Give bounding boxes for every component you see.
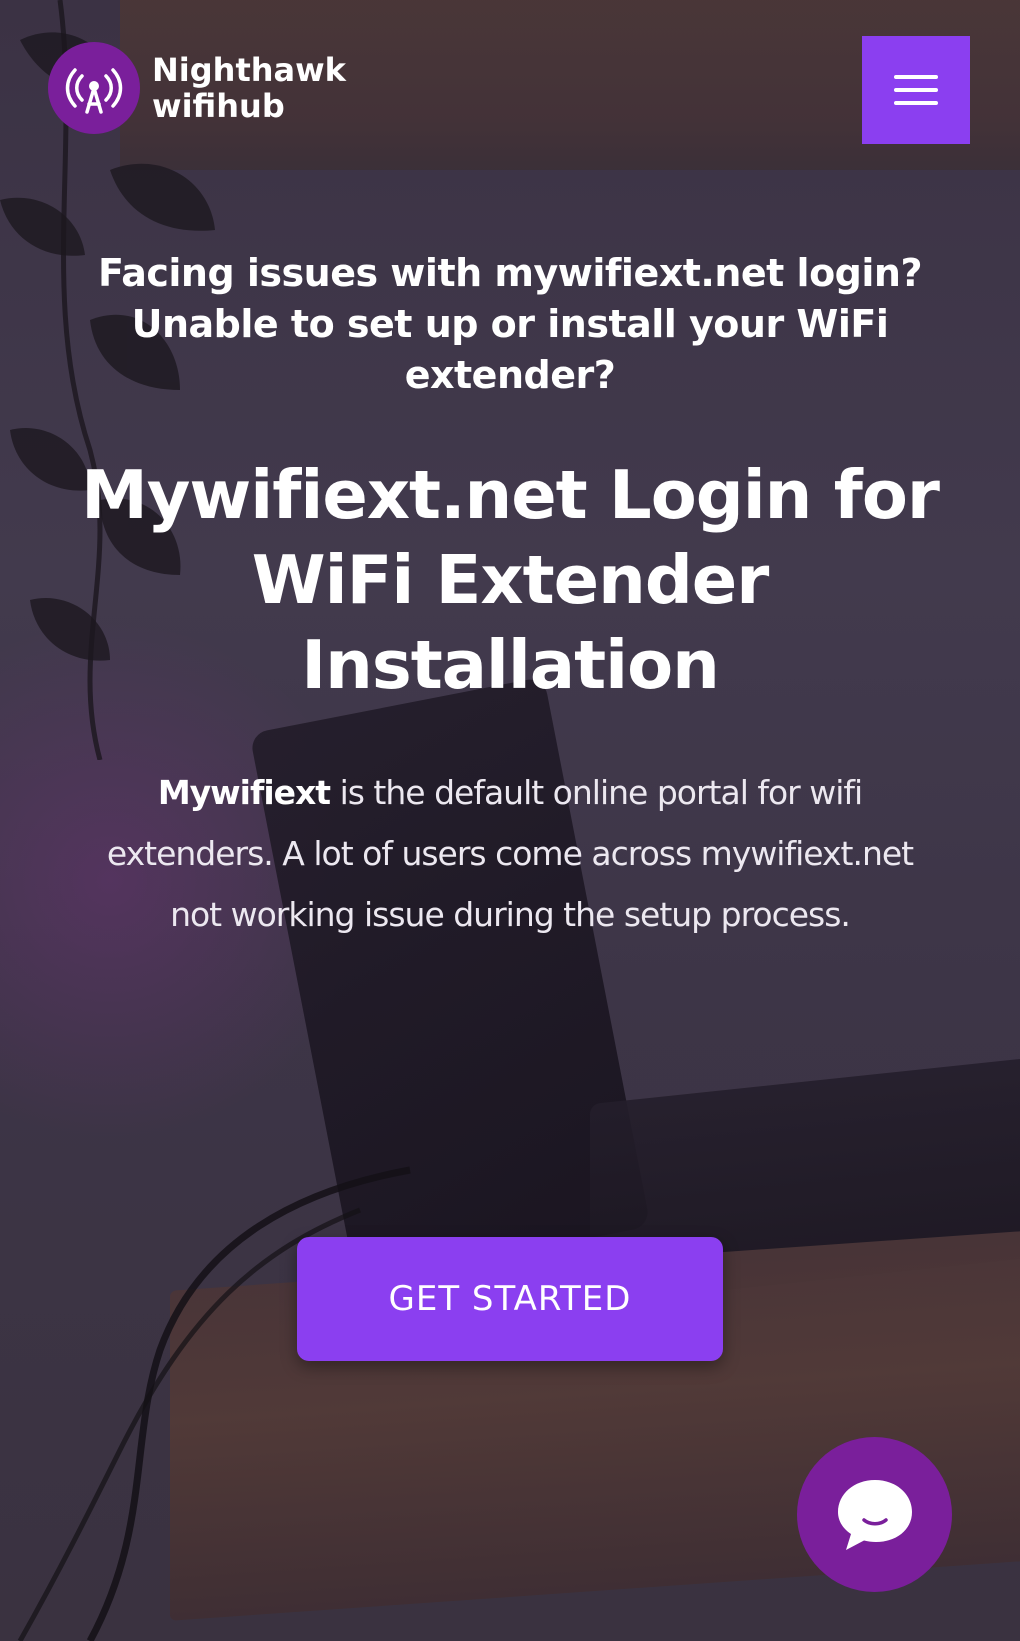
hero-subheading: Facing issues with mywifiext.net login? … (97, 251, 923, 397)
site-name-line2: wifihub (152, 87, 285, 125)
hero-content: Facing issues with mywifiext.net login? … (40, 248, 980, 945)
site-logo[interactable]: Nighthawk wifihub (48, 42, 346, 134)
description-brand: Mywifiext (157, 773, 331, 812)
page-title: Mywifiext.net Login for WiFi Extender In… (81, 456, 940, 704)
hero-description: Mywifiext is the default online portal f… (80, 762, 940, 945)
background-cable (17, 1166, 411, 1641)
chat-widget-button[interactable] (797, 1437, 952, 1592)
site-name-line1: Nighthawk (152, 51, 346, 89)
site-name: Nighthawk wifihub (152, 52, 346, 124)
menu-button[interactable] (862, 36, 970, 144)
get-started-button[interactable]: GET STARTED (297, 1237, 723, 1361)
hamburger-menu-icon (894, 75, 938, 105)
wifi-antenna-icon (48, 42, 140, 134)
chat-bubble-icon (837, 1479, 912, 1550)
